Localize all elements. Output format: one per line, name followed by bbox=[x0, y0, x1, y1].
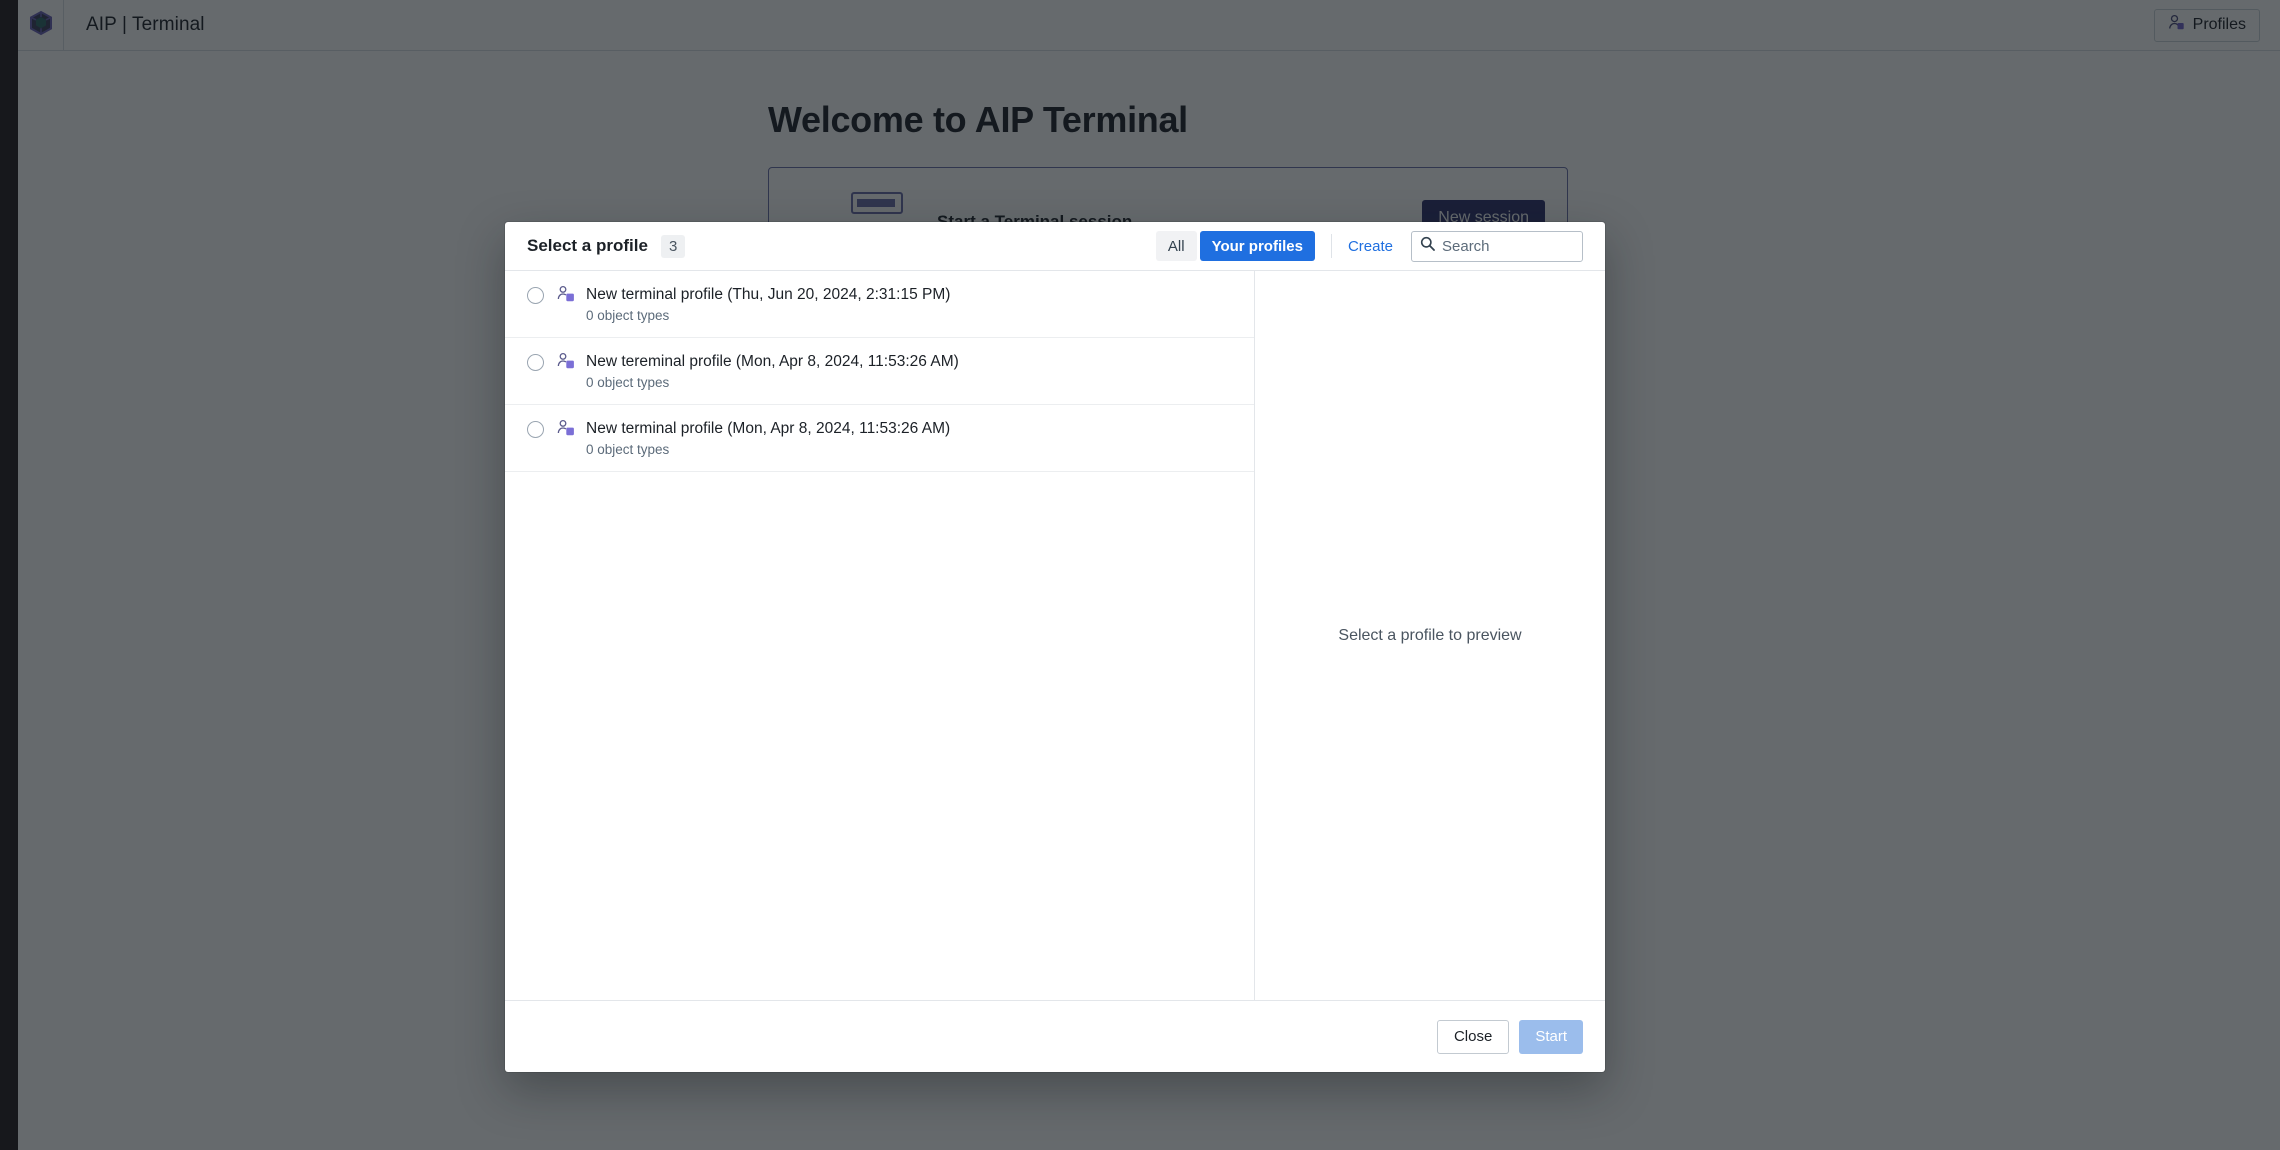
profile-preview-pane: Select a profile to preview bbox=[1255, 271, 1605, 1000]
profile-row-texts: New tereminal profile (Mon, Apr 8, 2024,… bbox=[586, 352, 959, 391]
profile-object-types: 0 object types bbox=[586, 308, 670, 323]
profile-name: New tereminal profile (Mon, Apr 8, 2024,… bbox=[586, 353, 959, 370]
tab-your-profiles[interactable]: Your profiles bbox=[1199, 231, 1315, 261]
profile-row-texts: New terminal profile (Mon, Apr 8, 2024, … bbox=[586, 419, 950, 458]
profile-object-icon bbox=[556, 352, 582, 376]
profile-radio[interactable] bbox=[527, 354, 544, 371]
table-row[interactable]: New terminal profile (Mon, Apr 8, 2024, … bbox=[505, 405, 1254, 472]
profile-object-icon bbox=[556, 419, 582, 443]
modal-overlay-top bbox=[18, 0, 2280, 52]
search-box[interactable] bbox=[1411, 230, 1583, 262]
left-rail bbox=[0, 0, 18, 1150]
profile-row-texts: New terminal profile (Thu, Jun 20, 2024,… bbox=[586, 285, 950, 324]
close-button[interactable]: Close bbox=[1436, 1019, 1510, 1054]
table-row[interactable]: New tereminal profile (Mon, Apr 8, 2024,… bbox=[505, 338, 1254, 405]
profile-radio[interactable] bbox=[527, 287, 544, 304]
profile-radio[interactable] bbox=[527, 421, 544, 438]
select-profile-dialog: Select a profile 3 All Your profiles Cre… bbox=[505, 222, 1605, 1072]
start-button[interactable]: Start bbox=[1519, 1019, 1583, 1054]
dialog-title: Select a profile bbox=[527, 236, 648, 255]
profile-name: New terminal profile (Thu, Jun 20, 2024,… bbox=[586, 286, 951, 303]
profile-count-badge: 3 bbox=[660, 234, 686, 258]
tab-all-label: All bbox=[1167, 237, 1185, 255]
tab-all[interactable]: All bbox=[1155, 231, 1197, 261]
table-row[interactable]: New terminal profile (Thu, Jun 20, 2024,… bbox=[505, 271, 1254, 338]
tab-your-profiles-label: Your profiles bbox=[1211, 237, 1303, 255]
profile-object-icon bbox=[556, 285, 582, 309]
search-input[interactable] bbox=[1442, 237, 1574, 255]
close-button-label: Close bbox=[1453, 1028, 1493, 1045]
filter-tabs: All Your profiles bbox=[1155, 231, 1315, 261]
create-profile-link[interactable]: Create bbox=[1348, 238, 1393, 255]
profile-object-types: 0 object types bbox=[586, 375, 670, 390]
search-icon bbox=[1420, 236, 1435, 256]
header-divider bbox=[1330, 234, 1332, 258]
profile-list[interactable]: New terminal profile (Thu, Jun 20, 2024,… bbox=[505, 271, 1255, 1000]
preview-empty-message: Select a profile to preview bbox=[1338, 626, 1522, 644]
start-button-label: Start bbox=[1535, 1028, 1567, 1045]
profile-name: New terminal profile (Mon, Apr 8, 2024, … bbox=[586, 420, 951, 437]
profile-object-types: 0 object types bbox=[586, 442, 670, 457]
dialog-header: Select a profile 3 All Your profiles Cre… bbox=[505, 222, 1605, 271]
dialog-footer: Close Start bbox=[505, 1000, 1605, 1072]
dialog-body: New terminal profile (Thu, Jun 20, 2024,… bbox=[505, 271, 1605, 1000]
